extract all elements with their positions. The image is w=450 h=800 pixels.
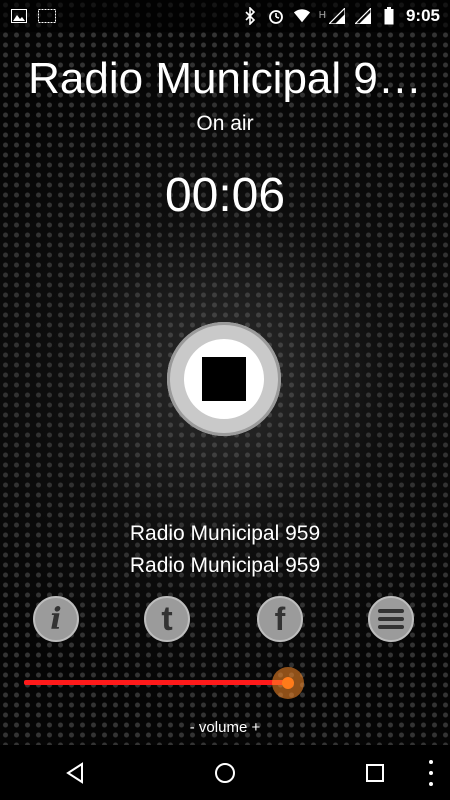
volume-slider-thumb[interactable] (272, 667, 304, 699)
gallery-icon (10, 7, 28, 25)
info-icon[interactable]: i (33, 596, 79, 642)
elapsed-timer: 00:06 (164, 169, 286, 222)
facebook-glyph: f (274, 600, 286, 637)
wifi-icon (293, 7, 311, 25)
battery-icon (380, 7, 398, 25)
sms-icon (38, 7, 56, 25)
bluetooth-icon (241, 7, 259, 25)
stop-button-inner (184, 339, 264, 419)
recents-icon[interactable] (355, 753, 395, 793)
signal-icon (328, 7, 346, 25)
facebook-icon[interactable]: f (257, 596, 303, 642)
alarm-icon (267, 7, 285, 25)
signal-icon-2 (354, 7, 372, 25)
volume-slider-track[interactable] (24, 680, 288, 685)
action-bar: i t f (0, 596, 450, 646)
clock: 9:05 (405, 6, 440, 25)
menu-icon[interactable] (368, 596, 414, 642)
now-playing-line-1: Radio Municipal 959 (129, 522, 321, 545)
home-icon[interactable] (205, 753, 245, 793)
twitter-glyph: t (161, 599, 173, 638)
station-title: Radio Municipal 9… (28, 54, 422, 103)
info-glyph: i (50, 601, 62, 637)
stop-icon (202, 357, 246, 401)
stop-button[interactable] (167, 322, 281, 436)
status-bar: H 9:05 (0, 0, 450, 32)
back-icon[interactable] (55, 753, 95, 793)
volume-thumb-core (282, 677, 294, 689)
network-type-label: H (318, 10, 326, 21)
system-nav-bar (0, 745, 450, 800)
overflow-menu-icon[interactable] (426, 760, 436, 786)
broadcast-status: On air (196, 112, 254, 135)
volume-label: - volume + (189, 719, 261, 736)
twitter-icon[interactable]: t (144, 596, 190, 642)
now-playing-line-2: Radio Municipal 959 (129, 554, 321, 577)
